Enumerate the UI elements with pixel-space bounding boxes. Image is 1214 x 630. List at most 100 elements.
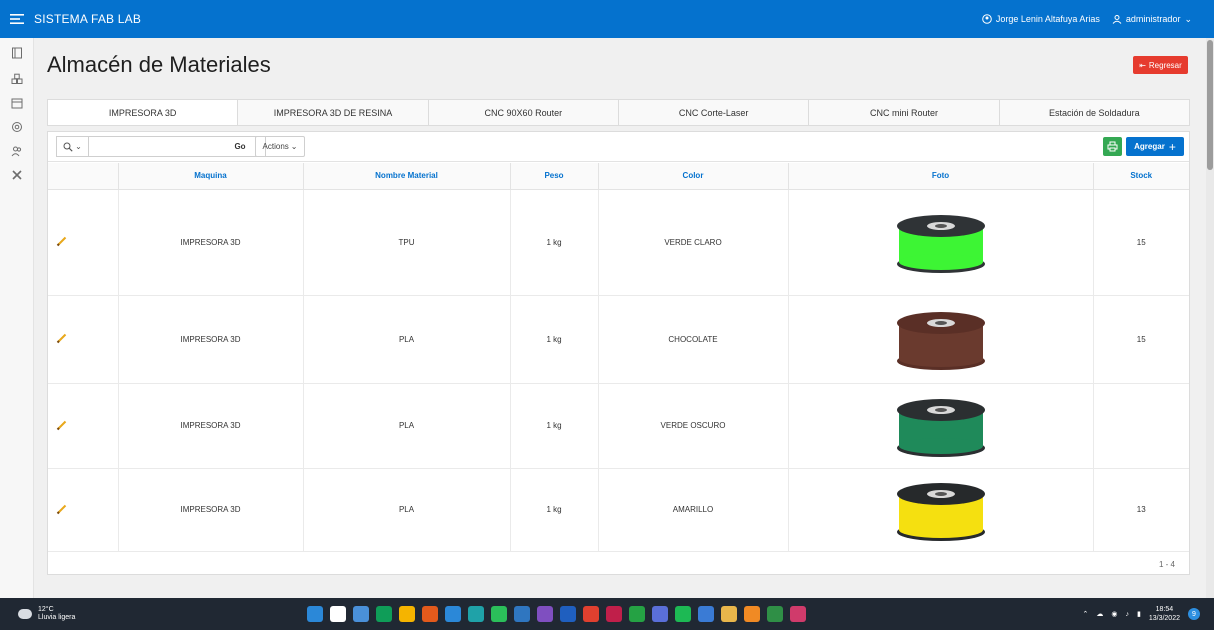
materials-table: Maquina Nombre Material Peso Color Foto … <box>48 163 1189 552</box>
cell-maquina: IMPRESORA 3D <box>118 189 304 296</box>
nav-inventory-icon[interactable] <box>10 72 24 86</box>
nav-users-icon[interactable] <box>10 144 24 158</box>
tab-impresora-3d[interactable]: IMPRESORA 3D <box>48 100 239 125</box>
col-header-foto[interactable]: Foto <box>788 163 1094 190</box>
nav-tools-icon[interactable] <box>10 168 24 182</box>
cell-peso: 1 kg <box>510 468 599 552</box>
system-tray: ⌃ ☁ ◉ ♪ ▮ 18:54 13/3/2022 9 <box>1083 605 1200 623</box>
tab-label: CNC Corte-Laser <box>678 107 749 118</box>
nav-home-icon[interactable] <box>10 46 24 60</box>
search-column-selector[interactable]: ⌄ <box>57 137 89 156</box>
taskbar-app-icon[interactable] <box>330 606 346 622</box>
edit-pencil-icon[interactable] <box>56 332 68 344</box>
top-header: SISTEMA FAB LAB Jorge Lenin Altafuya Ari… <box>0 0 1214 38</box>
cell-stock <box>1093 383 1189 469</box>
add-label: Agregar <box>1134 142 1165 151</box>
search-icon <box>63 142 73 152</box>
materials-report: ⌄ Go Actions ⌄ Agregar + Maquina Nombre … <box>47 131 1190 575</box>
back-button[interactable]: ⇤ Regresar <box>1133 56 1188 74</box>
tab-impresora-3d-resina[interactable]: IMPRESORA 3D DE RESINA <box>238 100 429 125</box>
cell-foto <box>788 189 1094 296</box>
cell-stock: 15 <box>1093 295 1189 384</box>
cell-foto <box>788 383 1094 469</box>
col-header-maquina[interactable]: Maquina <box>118 163 304 190</box>
filament-spool-image <box>896 312 985 370</box>
taskbar-app-icon[interactable] <box>399 606 415 622</box>
edit-pencil-icon[interactable] <box>56 235 68 247</box>
taskbar-app-icon[interactable] <box>698 606 714 622</box>
taskbar-app-icon[interactable] <box>652 606 668 622</box>
table-header-row: Maquina Nombre Material Peso Color Foto … <box>48 163 1189 190</box>
col-header-stock[interactable]: Stock <box>1093 163 1189 190</box>
tab-cnc-90x60-router[interactable]: CNC 90X60 Router <box>429 100 619 125</box>
taskbar-app-icon[interactable] <box>468 606 484 622</box>
taskbar-app-icon[interactable] <box>560 606 576 622</box>
taskbar-app-icon[interactable] <box>376 606 392 622</box>
page-scrollbar[interactable] <box>1206 38 1214 598</box>
edit-cell <box>48 383 119 469</box>
battery-icon[interactable]: ▮ <box>1137 610 1141 618</box>
col-header-color[interactable]: Color <box>598 163 789 190</box>
tab-cnc-corte-laser[interactable]: CNC Corte-Laser <box>619 100 810 125</box>
table-row: IMPRESORA 3D PLA 1 kg VERDE OSCURO <box>48 383 1189 469</box>
tray-chevron-icon[interactable]: ⌃ <box>1083 610 1089 618</box>
cell-material: PLA <box>303 468 511 552</box>
machine-tabs: IMPRESORA 3D IMPRESORA 3D DE RESINA CNC … <box>47 99 1190 126</box>
go-button[interactable]: Go <box>228 136 252 157</box>
notification-icon[interactable]: 9 <box>1188 608 1200 620</box>
col-header-peso[interactable]: Peso <box>510 163 599 190</box>
edit-pencil-icon[interactable] <box>56 419 68 431</box>
clock-time: 18:54 <box>1155 606 1174 613</box>
wifi-icon[interactable]: ◉ <box>1111 610 1117 618</box>
clock[interactable]: 18:54 13/3/2022 <box>1149 605 1180 623</box>
edit-cell <box>48 468 119 552</box>
user-name: Jorge Lenin Altafuya Arias <box>995 14 1100 24</box>
tab-cnc-mini-router[interactable]: CNC mini Router <box>809 100 1000 125</box>
tab-label: CNC mini Router <box>869 107 938 118</box>
weather-widget[interactable]: 12°C Lluvia ligera <box>18 606 75 622</box>
taskbar-app-icon[interactable] <box>721 606 737 622</box>
menu-toggle-icon[interactable] <box>0 0 34 38</box>
cell-material: PLA <box>303 295 511 384</box>
add-button[interactable]: Agregar + <box>1126 137 1184 156</box>
cloud-icon <box>18 609 32 619</box>
taskbar-app-icon[interactable] <box>307 606 323 622</box>
print-button[interactable] <box>1103 137 1122 156</box>
edit-cell <box>48 189 119 296</box>
nav-calendar-icon[interactable] <box>10 96 24 110</box>
taskbar-app-icon[interactable] <box>491 606 507 622</box>
table-row: IMPRESORA 3D TPU 1 kg VERDE CLARO 15 <box>48 189 1189 296</box>
taskbar-app-icon[interactable] <box>606 606 622 622</box>
taskbar-app-icon[interactable] <box>675 606 691 622</box>
taskbar-app-icon[interactable] <box>422 606 438 622</box>
taskbar-app-icon[interactable] <box>744 606 760 622</box>
network-icon[interactable]: ☁ <box>1096 610 1103 618</box>
taskbar-app-icon[interactable] <box>767 606 783 622</box>
clock-date: 13/3/2022 <box>1148 615 1180 622</box>
temperature: 12°C <box>38 606 54 613</box>
nav-settings-icon[interactable] <box>10 120 24 134</box>
tab-label: Estación de Soldadura <box>1049 107 1140 118</box>
cell-color: CHOCOLATE <box>598 295 789 384</box>
actions-label: Actions <box>262 142 289 151</box>
volume-icon[interactable]: ♪ <box>1125 611 1129 618</box>
taskbar-app-icon[interactable] <box>445 606 461 622</box>
taskbar-app-icon[interactable] <box>583 606 599 622</box>
taskbar-app-icon[interactable] <box>537 606 553 622</box>
taskbar-app-icon[interactable] <box>353 606 369 622</box>
taskbar-app-icon[interactable] <box>514 606 530 622</box>
actions-button[interactable]: Actions ⌄ <box>255 136 305 157</box>
pagination-info: 1 - 4 <box>1158 560 1175 569</box>
cell-color: VERDE OSCURO <box>598 383 789 469</box>
role-menu[interactable]: administrador ⌄ <box>1112 14 1192 25</box>
filament-spool-image <box>896 215 985 273</box>
taskbar-app-icon[interactable] <box>790 606 806 622</box>
edit-pencil-icon[interactable] <box>56 503 68 515</box>
col-header-nombre-material[interactable]: Nombre Material <box>303 163 511 190</box>
taskbar-app-icon[interactable] <box>629 606 645 622</box>
app-title[interactable]: SISTEMA FAB LAB <box>34 12 141 26</box>
cell-material: TPU <box>303 189 511 296</box>
user-menu[interactable]: Jorge Lenin Altafuya Arias <box>982 14 1100 24</box>
user-circle-icon <box>982 14 992 24</box>
tab-estacion-soldadura[interactable]: Estación de Soldadura <box>1000 100 1189 125</box>
